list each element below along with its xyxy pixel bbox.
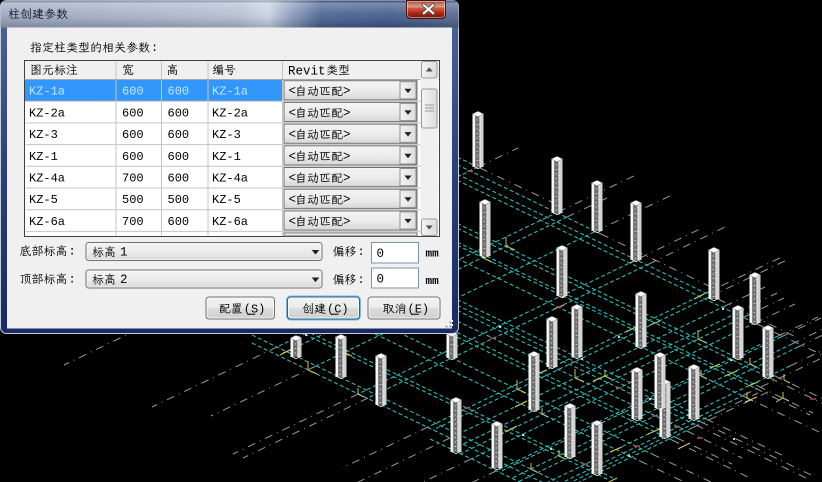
svg-text:KZ-3: KZ-3 [212, 128, 241, 142]
svg-text:600: 600 [168, 128, 190, 142]
svg-text:KZ-1: KZ-1 [212, 150, 241, 164]
svg-text:KZ-5: KZ-5 [212, 193, 241, 207]
svg-text:KZ-1a: KZ-1a [29, 85, 65, 99]
svg-text:>: > [343, 106, 351, 120]
svg-text:mm: mm [426, 276, 440, 288]
svg-text:600: 600 [122, 85, 144, 99]
svg-text:KZ-3: KZ-3 [29, 128, 58, 142]
svg-text::: : [358, 245, 365, 259]
svg-text:600: 600 [122, 128, 144, 142]
svg-text:<: < [289, 150, 297, 164]
svg-text::: : [358, 273, 365, 287]
svg-text:600: 600 [168, 150, 190, 164]
svg-text:600: 600 [168, 172, 190, 186]
svg-text:600: 600 [122, 106, 144, 120]
svg-text:KZ-4a: KZ-4a [212, 172, 248, 186]
svg-text:<: < [289, 85, 297, 99]
svg-text:>: > [343, 172, 351, 186]
svg-text:KZ-5: KZ-5 [29, 193, 58, 207]
svg-text:0: 0 [377, 273, 385, 287]
svg-text:>: > [343, 128, 351, 142]
svg-text::: : [69, 245, 76, 259]
svg-text:1: 1 [120, 246, 128, 260]
svg-text:700: 700 [122, 172, 144, 186]
svg-text:<: < [289, 172, 297, 186]
svg-text:KZ-2a: KZ-2a [212, 106, 248, 120]
svg-text:>: > [343, 150, 351, 164]
svg-text:500: 500 [168, 193, 190, 207]
svg-text:700: 700 [122, 215, 144, 229]
svg-text:>: > [343, 85, 351, 99]
svg-text:2: 2 [120, 273, 128, 287]
svg-text:<: < [289, 193, 297, 207]
svg-text:KZ-1a: KZ-1a [212, 85, 248, 99]
svg-text:KZ-2a: KZ-2a [29, 106, 65, 120]
svg-text:KZ-1: KZ-1 [29, 150, 58, 164]
svg-text::: : [69, 273, 76, 287]
svg-text:<: < [289, 128, 297, 142]
svg-text:500: 500 [122, 193, 144, 207]
svg-text:600: 600 [168, 215, 190, 229]
svg-text:KZ-6a: KZ-6a [29, 215, 65, 229]
svg-text:<: < [289, 215, 297, 229]
svg-text:>: > [343, 215, 351, 229]
svg-text:mm: mm [426, 249, 440, 261]
svg-text:600: 600 [168, 106, 190, 120]
svg-text::: : [151, 41, 158, 55]
svg-text:Revit: Revit [288, 65, 326, 79]
svg-text:KZ-4a: KZ-4a [29, 172, 65, 186]
svg-text:0: 0 [377, 247, 385, 261]
svg-text:KZ-6a: KZ-6a [212, 215, 248, 229]
svg-text:600: 600 [122, 150, 144, 164]
svg-text:<: < [289, 106, 297, 120]
svg-text:>: > [343, 193, 351, 207]
svg-text:600: 600 [168, 85, 190, 99]
